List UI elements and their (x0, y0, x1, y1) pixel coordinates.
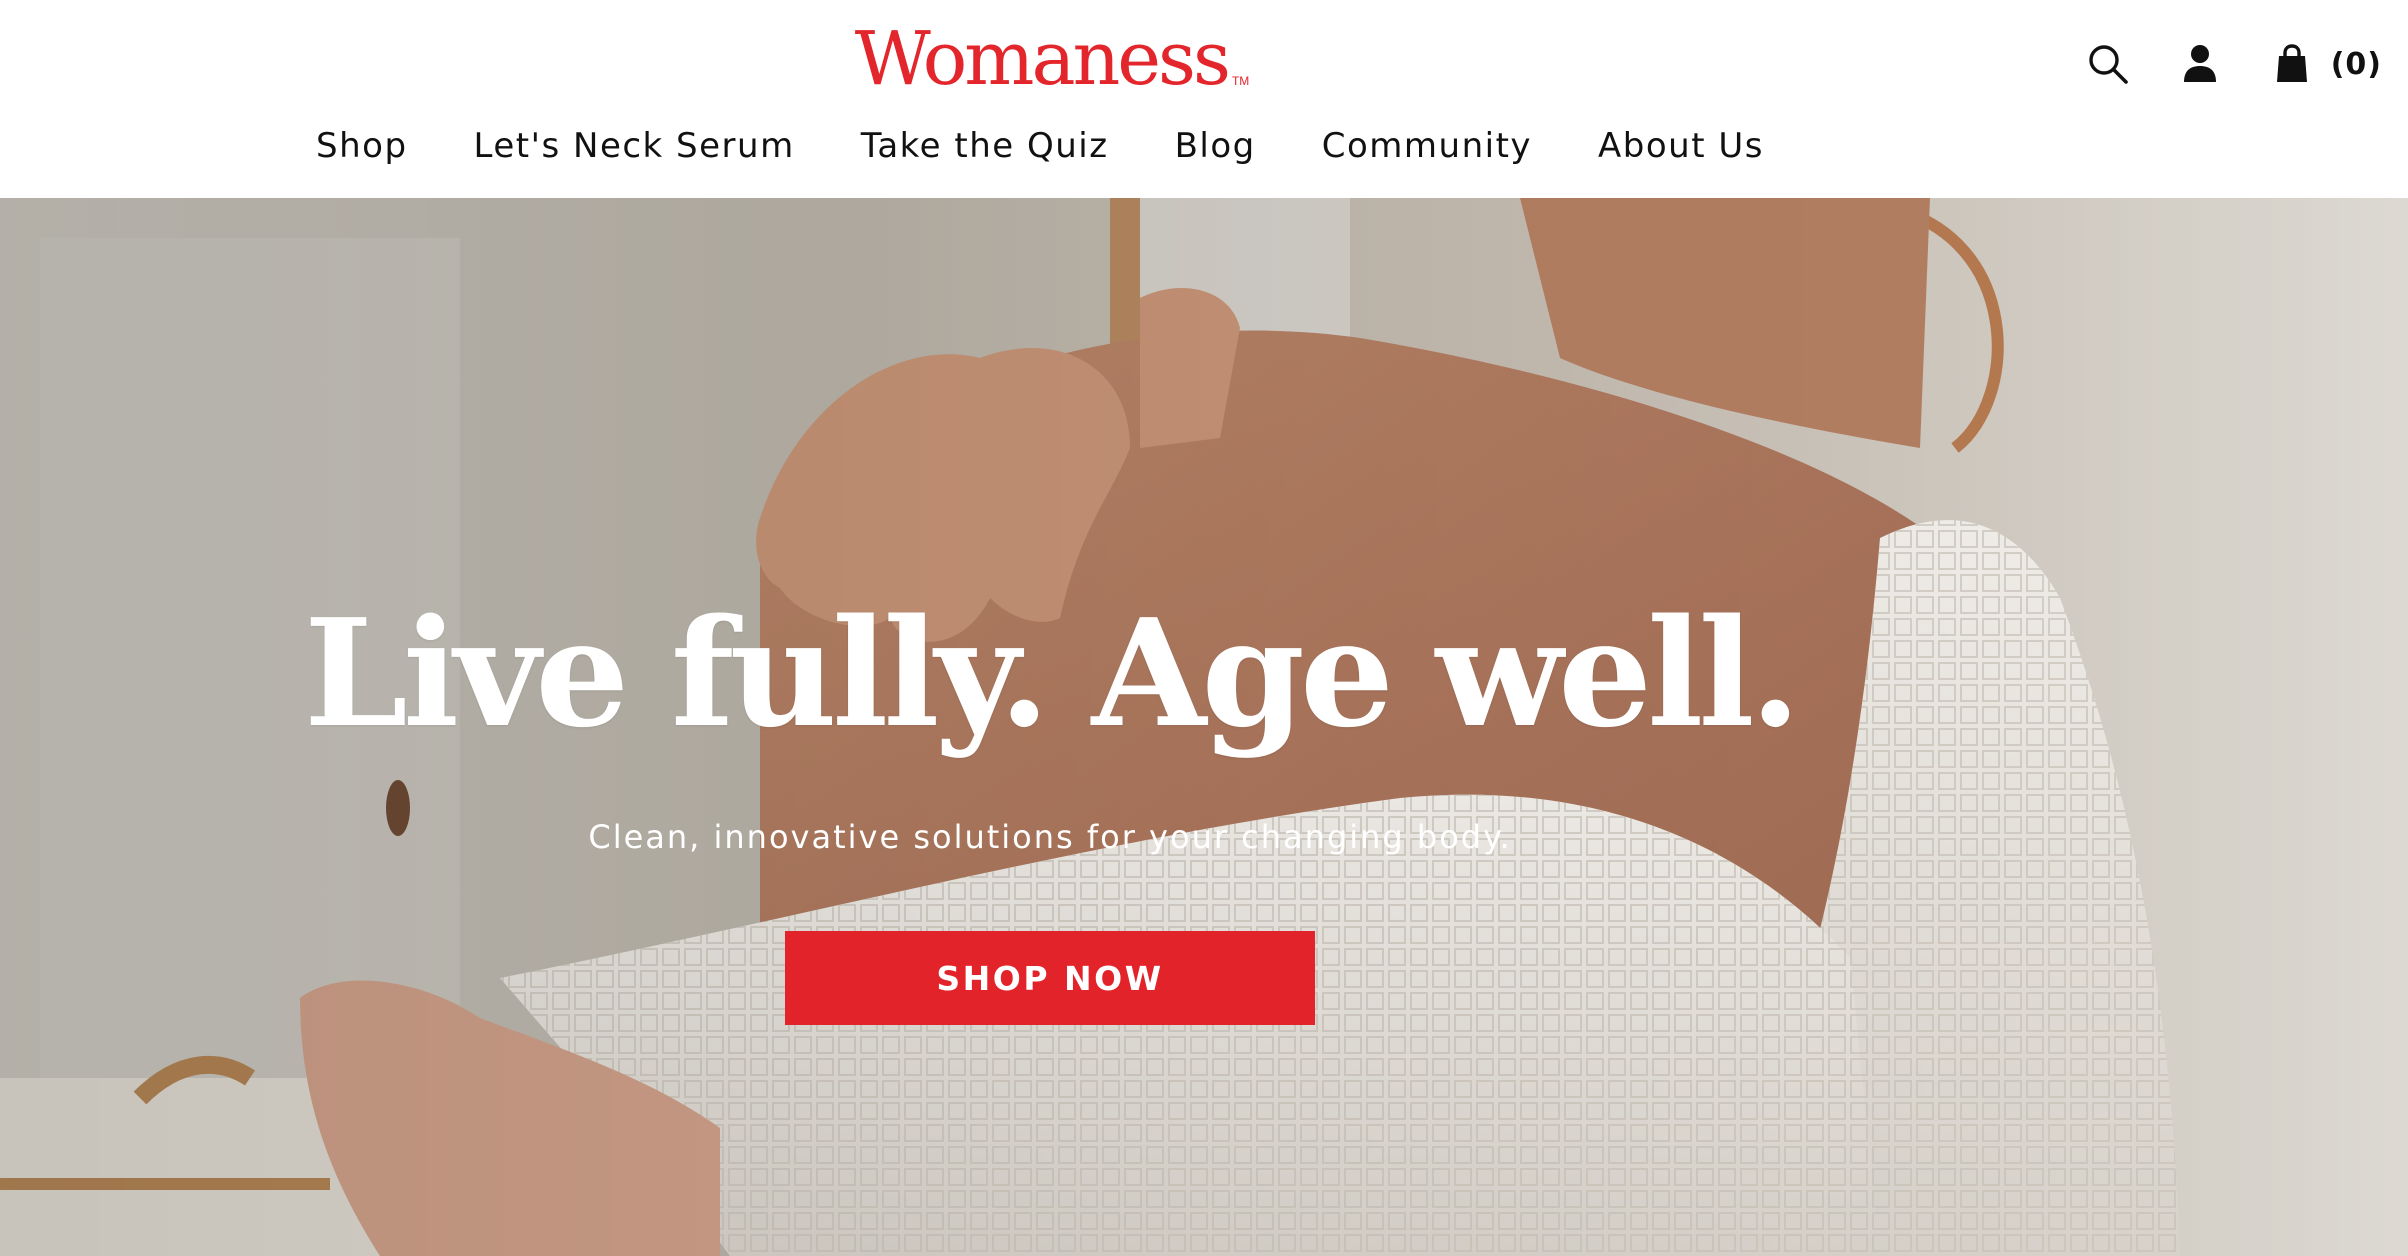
hero-headline: Live fully. Age well. (303, 586, 1801, 760)
main-nav: Shop Let's Neck Serum Take the Quiz Blog… (0, 118, 2080, 174)
brand-logo[interactable]: Womaness TM (842, 14, 1258, 104)
nav-item-quiz[interactable]: Take the Quiz (861, 126, 1109, 166)
nav-item-neck-serum[interactable]: Let's Neck Serum (474, 126, 795, 166)
shop-now-button[interactable]: SHOP NOW (785, 931, 1315, 1025)
brand-logo-text: Womaness (854, 16, 1231, 102)
cart-button[interactable]: (0) (2269, 41, 2382, 87)
nav-item-blog[interactable]: Blog (1175, 126, 1256, 166)
nav-item-about-us[interactable]: About Us (1598, 126, 1764, 166)
nav-item-shop[interactable]: Shop (316, 126, 408, 166)
hero-subheadline: Clean, innovative solutions for your cha… (588, 818, 1512, 856)
trademark-mark: TM (1231, 74, 1250, 88)
user-icon[interactable] (2177, 41, 2223, 87)
hero-banner: Live fully. Age well. Clean, innovative … (0, 198, 2408, 1256)
nav-item-community[interactable]: Community (1322, 126, 1532, 166)
shopping-bag-icon (2269, 41, 2315, 87)
header-utility: (0) (2085, 36, 2382, 92)
search-icon[interactable] (2085, 41, 2131, 87)
site-header: Womaness TM Shop Let's Neck Serum Take th… (0, 0, 2408, 198)
cart-count: (0) (2330, 46, 2382, 82)
